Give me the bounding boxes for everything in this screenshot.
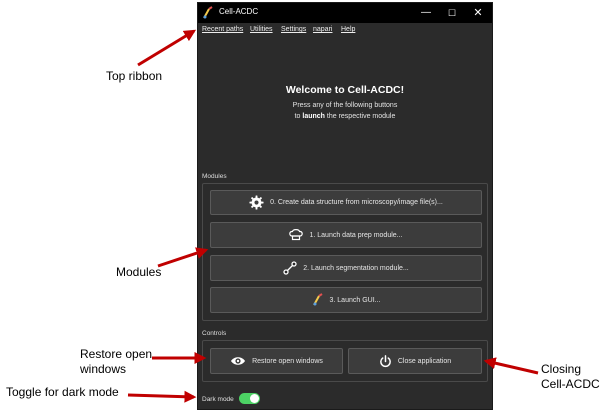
- arrow-closing: [483, 357, 539, 375]
- annotation-arrows: [127, 29, 539, 403]
- arrow-dark-mode: [127, 390, 197, 403]
- arrow-top-ribbon: [137, 29, 197, 67]
- arrow-modules: [157, 247, 209, 268]
